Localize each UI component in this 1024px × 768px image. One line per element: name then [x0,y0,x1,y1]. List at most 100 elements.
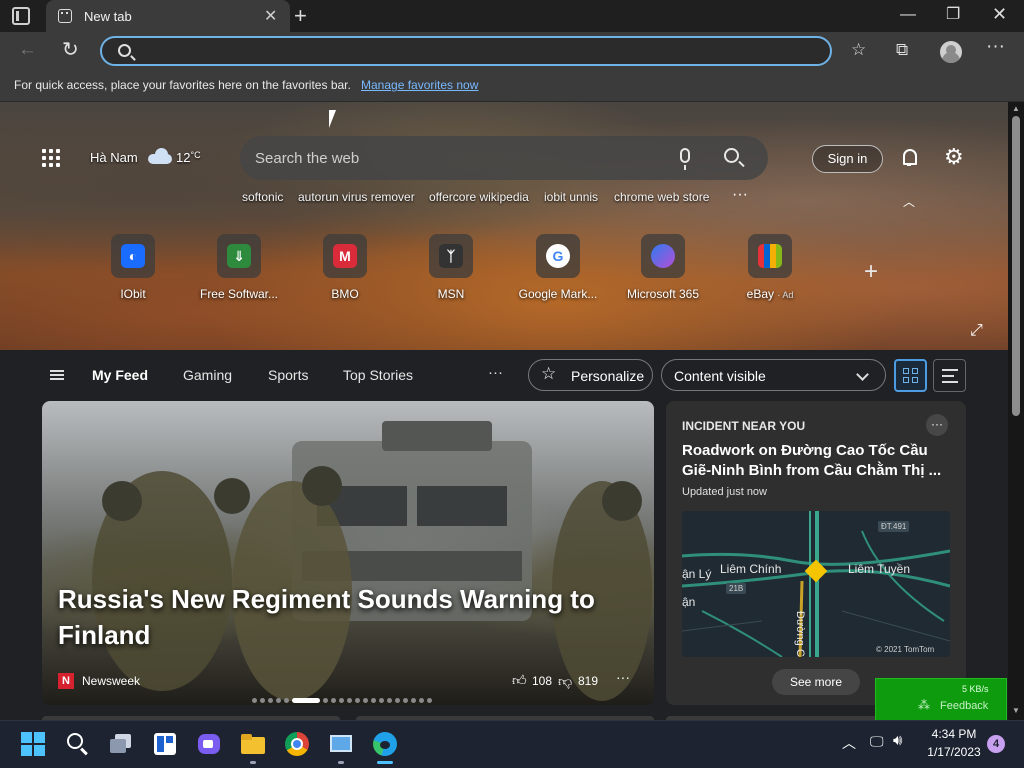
close-window-button[interactable]: ✕ [992,4,1007,25]
tab-top-stories[interactable]: Top Stories [343,367,413,383]
settings-menu-button[interactable]: ··· [986,36,1005,58]
more-tabs-icon[interactable]: ··· [488,364,503,381]
expand-icon[interactable]: ⤢ [970,322,983,340]
ebay-bag-icon [758,244,782,268]
search-icon[interactable] [65,732,89,756]
network-icon[interactable]: 🖵︎ [870,733,884,750]
quick-link-label: Google Mark... [518,287,598,301]
trending-search[interactable]: softonic [242,190,283,204]
cloud-icon[interactable] [148,148,174,164]
quick-link-label: MSN [437,287,465,301]
search-icon[interactable] [724,148,739,163]
top-story-card[interactable]: Russia's New Regiment Sounds Warning to … [42,401,654,705]
favorites-prompt: For quick access, place your favorites h… [14,78,351,92]
web-search-input[interactable]: Search the web [255,150,359,167]
sign-in-button[interactable]: Sign in [812,145,883,173]
clock-date[interactable]: 1/17/2023 [924,745,984,759]
trending-search[interactable]: offercore wikipedia [429,190,529,204]
tab-actions-icon[interactable] [12,7,30,25]
dislike-count: 819 [578,674,599,688]
tab-sports[interactable]: Sports [268,367,308,383]
quick-link-msn[interactable]: ᛉ MSN [401,234,501,301]
more-trending-icon[interactable]: ··· [732,186,748,204]
carousel-indicator[interactable] [252,692,435,704]
feedback-label[interactable]: Feedback [940,700,988,712]
apps-launcher-icon[interactable] [42,149,62,169]
quick-link-tile: ᛉ [429,234,473,278]
scroll-up-icon[interactable]: ▲ [1012,104,1020,113]
more-options-icon[interactable]: ··· [926,414,948,436]
personalize-label: Personalize [571,368,645,384]
back-button[interactable]: ← [18,39,37,61]
menu-icon[interactable] [50,370,64,380]
carousel-dot-active[interactable] [292,698,320,704]
chevron-up-icon[interactable]: ︿ [903,193,915,210]
windows-start-icon[interactable] [21,732,45,756]
restore-button[interactable]: ❐ [946,4,960,24]
title-bar: New tab ✕ + — ❐ ✕ [0,0,1024,32]
gear-icon[interactable]: ⚙ [944,144,964,170]
trending-search[interactable]: iobit unnis [544,190,598,204]
scrollbar-thumb[interactable] [1012,116,1020,416]
tab-new-tab[interactable]: New tab ✕ [46,0,290,32]
widgets-icon[interactable] [153,732,177,756]
quick-link-bmo[interactable]: M BMO [295,234,395,301]
network-speed-widget[interactable]: 5 KB/s Feedback ⁂ [875,678,1007,722]
publisher-name[interactable]: Newsweek [82,674,140,688]
quick-link-iobit[interactable]: ◐ IObit [83,234,183,301]
grid-view-button[interactable] [894,359,927,392]
quick-link-label: Free Softwar... [199,287,279,301]
trending-search[interactable]: chrome web store [614,190,709,204]
microphone-icon[interactable] [680,148,690,170]
mouse-cursor-icon [329,110,336,128]
minimize-button[interactable]: — [900,6,916,24]
chevron-up-icon[interactable]: ︿ [842,733,856,753]
list-view-button[interactable] [933,359,966,392]
content-visibility-select[interactable]: Content visible [661,359,886,391]
quick-link-google[interactable]: G Google Mark... [508,234,608,301]
story-headline[interactable]: Russia's New Regiment Sounds Warning to … [58,581,628,653]
tab-gaming[interactable]: Gaming [183,367,232,383]
trending-search[interactable]: autorun virus remover [298,190,415,204]
thumbs-down-icon[interactable]: 👎︎ [558,673,572,690]
refresh-button[interactable]: ↻ [62,37,79,62]
edge-icon[interactable] [373,732,397,756]
incident-card[interactable]: INCIDENT NEAR YOU ··· Roadwork on Đường … [666,401,966,705]
chrome-icon[interactable] [285,732,309,756]
add-quick-link-button[interactable]: + [864,258,878,286]
thumbs-up-icon[interactable]: 👍︎ [512,672,527,689]
close-tab-icon[interactable]: ✕ [264,6,277,26]
scroll-down-icon[interactable]: ▼ [1012,706,1020,715]
profile-avatar[interactable] [940,41,962,63]
notification-bell-icon[interactable] [901,147,919,167]
address-bar[interactable] [100,36,832,66]
app-window-icon[interactable] [329,732,353,756]
quick-link-ebay[interactable]: eBay · Ad [720,234,820,301]
quick-link-microsoft-365[interactable]: Microsoft 365 [613,234,713,301]
add-favorite-icon[interactable]: ☆ [851,40,866,60]
incident-title[interactable]: Roadwork on Đường Cao Tốc Cầu Giẽ-Ninh B… [682,441,954,481]
weather-temperature[interactable]: 12°C [176,150,201,165]
ad-badge: · Ad [777,290,794,300]
tab-my-feed[interactable]: My Feed [92,367,148,383]
notification-count-badge[interactable]: 4 [987,735,1005,753]
clock-time[interactable]: 4:34 PM [924,727,984,741]
manage-favorites-link[interactable]: Manage favorites now [361,78,478,92]
map-road-badge: ĐT.491 [878,521,910,532]
map-place-label: ận Lý [682,567,712,581]
weather-location[interactable]: Hà Nam [90,150,138,165]
personalize-button[interactable]: ☆ Personalize [528,359,653,391]
task-view-icon[interactable] [109,732,133,756]
incident-map[interactable]: Liêm Chính Liêm Tuyền ận Lý Đường C ĐT.4… [682,511,950,657]
page-scrollbar[interactable]: ▲ ▼ [1008,102,1024,720]
collections-icon[interactable]: ⧉ [896,40,908,60]
file-explorer-icon[interactable] [241,732,265,756]
new-tab-button[interactable]: + [294,3,307,29]
map-place-label: Liêm Tuyền [848,562,911,576]
teams-chat-icon[interactable] [197,732,221,756]
see-more-button[interactable]: See more [772,669,860,695]
quick-link-free-software[interactable]: ⇓ Free Softwar... [189,234,289,301]
web-search-box[interactable]: Search the web [240,136,768,180]
more-options-icon[interactable]: ··· [616,669,630,685]
volume-icon[interactable]: 🔊︎ [893,732,902,749]
